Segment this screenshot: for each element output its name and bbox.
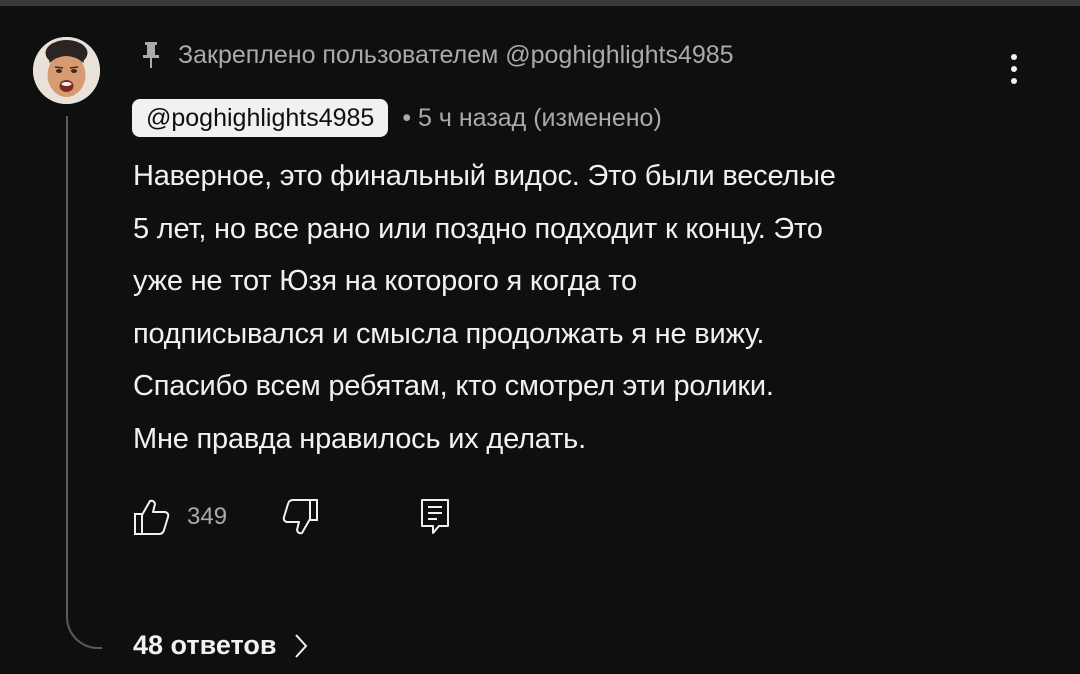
comment-line: 5 лет, но все рано или поздно подходит к… (133, 212, 823, 245)
pinned-label: Закреплено пользователем @poghighlights4… (140, 37, 734, 73)
author-row: @poghighlights4985 • 5 ч назад (изменено… (132, 97, 662, 139)
like-button[interactable] (131, 496, 173, 538)
comment-line: Мне правда нравилось их делать. (133, 422, 586, 455)
thread-line (66, 116, 102, 649)
reply-comment-icon (421, 499, 450, 534)
comment-line: Спасибо всем ребятам, кто смотрел эти ро… (133, 370, 774, 402)
author-handle[interactable]: @poghighlights4985 (132, 99, 389, 137)
avatar[interactable] (33, 37, 100, 104)
dislike-button[interactable] (279, 496, 321, 538)
pinned-text: Закреплено пользователем @poghighlights4… (178, 40, 734, 69)
view-replies-button[interactable]: 48 ответов (133, 630, 308, 661)
avatar-image (33, 37, 100, 104)
top-border (0, 0, 1080, 6)
like-count: 349 (187, 503, 228, 530)
chevron-right-icon (294, 633, 308, 659)
comment-body: Наверное, это финальный видос. Это были … (133, 150, 1033, 465)
thumb-up-icon (134, 499, 170, 535)
comment-timestamp: • 5 ч назад (изменено) (402, 103, 662, 132)
comment-line: подписывался и смысла продолжать я не ви… (133, 317, 765, 350)
comment-line: уже не тот Юзя на которого я когда то (133, 265, 637, 297)
more-options-button[interactable] (998, 46, 1030, 92)
replies-count-label: 48 ответов (133, 630, 277, 660)
comment-actions: 349 (131, 494, 453, 540)
pin-icon (140, 40, 162, 70)
reply-button[interactable] (417, 495, 453, 539)
comment-line: Наверное, это финальный видос. Это были … (133, 160, 836, 192)
thumb-down-icon (282, 499, 319, 535)
more-vert-icon (1011, 54, 1017, 84)
